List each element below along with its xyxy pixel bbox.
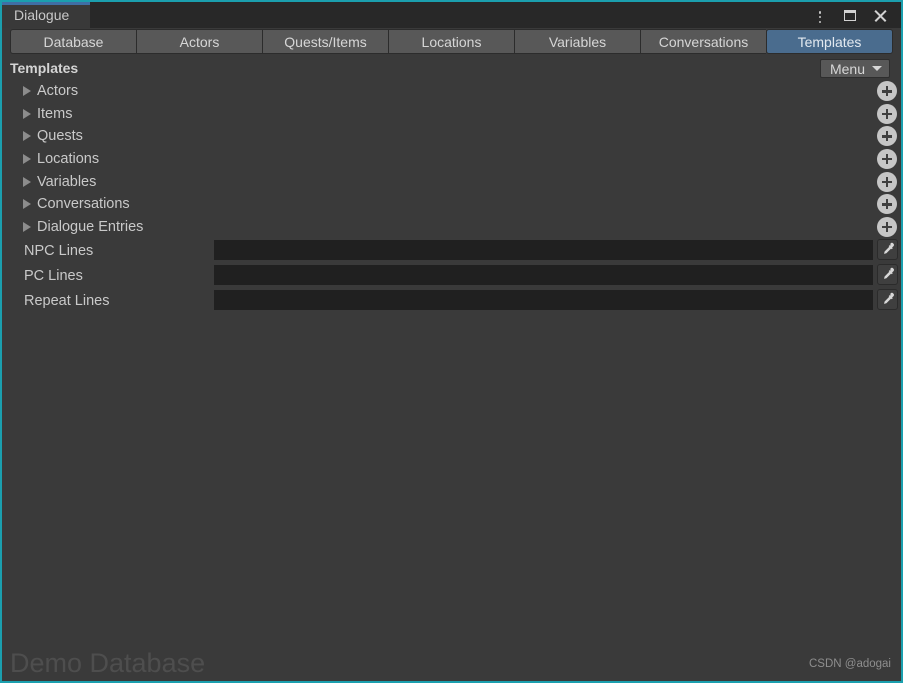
npc-lines-color-swatch[interactable]: [214, 240, 873, 261]
chevron-right-icon[interactable]: [23, 108, 31, 119]
pc-lines-color-swatch[interactable]: [214, 265, 873, 286]
tree-row-label: Items: [37, 105, 73, 122]
tab-actors[interactable]: Actors: [136, 29, 262, 54]
document-tab-label: Dialogue: [14, 7, 70, 23]
chevron-right-icon[interactable]: [23, 176, 31, 187]
tree-row-quests[interactable]: Quests: [2, 125, 901, 148]
chevron-right-icon[interactable]: [23, 154, 31, 165]
tab-conversations[interactable]: Conversations: [640, 29, 766, 54]
repeat-lines-color-swatch[interactable]: [214, 290, 873, 311]
close-icon[interactable]: [872, 7, 888, 23]
add-item-template-button[interactable]: [877, 103, 897, 124]
tree-row-items[interactable]: Items: [2, 103, 901, 126]
maximize-icon[interactable]: [842, 7, 858, 23]
tab-label: Templates: [797, 33, 862, 50]
add-dialogue-entry-template-button[interactable]: [877, 216, 897, 237]
add-location-template-button[interactable]: [877, 148, 897, 169]
tab-templates[interactable]: Templates: [766, 29, 893, 54]
chevron-right-icon[interactable]: [23, 221, 31, 232]
window-controls: [812, 2, 901, 28]
chevron-right-icon[interactable]: [23, 86, 31, 97]
tree-row-dialogue-entries[interactable]: Dialogue Entries: [2, 216, 901, 239]
color-row-npc-lines: NPC Lines: [2, 238, 901, 263]
tree-row-label: Conversations: [37, 196, 130, 213]
tab-locations[interactable]: Locations: [388, 29, 514, 54]
add-quest-template-button[interactable]: [877, 126, 897, 147]
tree-row-locations[interactable]: Locations: [2, 148, 901, 171]
eyedropper-icon[interactable]: [877, 239, 898, 261]
add-variable-template-button[interactable]: [877, 171, 897, 192]
tree-row-conversations[interactable]: Conversations: [2, 193, 901, 216]
tree-row-label: Actors: [37, 83, 79, 100]
document-tab-dialogue[interactable]: Dialogue: [2, 2, 90, 28]
tab-label: Conversations: [658, 33, 749, 50]
color-row-label: NPC Lines: [24, 242, 94, 259]
kebab-icon[interactable]: [812, 7, 828, 24]
tree-row-label: Variables: [37, 173, 97, 190]
templates-panel: Templates Menu Actors Items Quests Locat…: [2, 54, 901, 681]
chevron-down-icon: [872, 66, 882, 71]
eyedropper-icon[interactable]: [877, 289, 898, 311]
tab-quests-items[interactable]: Quests/Items: [262, 29, 388, 54]
tab-label: Actors: [179, 33, 220, 50]
menu-button[interactable]: Menu: [819, 59, 890, 78]
dialogue-editor-window: Dialogue Database Actors Quests/Items Lo…: [0, 0, 903, 683]
color-row-label: PC Lines: [24, 267, 83, 284]
main-tab-strip: Database Actors Quests/Items Locations V…: [2, 28, 901, 54]
tab-label: Variables: [548, 33, 607, 50]
tab-label: Quests/Items: [284, 33, 367, 50]
page-title: Templates: [10, 60, 79, 76]
tree-row-label: Quests: [37, 128, 83, 145]
tab-variables[interactable]: Variables: [514, 29, 640, 54]
menu-button-label: Menu: [829, 60, 865, 77]
eyedropper-icon[interactable]: [877, 264, 898, 286]
add-actor-template-button[interactable]: [877, 81, 897, 102]
color-row-pc-lines: PC Lines: [2, 263, 901, 288]
tab-label: Database: [43, 33, 104, 50]
tree-row-actors[interactable]: Actors: [2, 80, 901, 103]
section-header: Templates Menu: [2, 54, 901, 80]
tab-database[interactable]: Database: [10, 29, 136, 54]
tree-row-label: Dialogue Entries: [37, 218, 144, 235]
database-name-label: Demo Database: [10, 648, 206, 678]
chevron-right-icon[interactable]: [23, 131, 31, 142]
title-bar: Dialogue: [2, 2, 901, 28]
color-row-repeat-lines: Repeat Lines: [2, 288, 901, 313]
add-conversation-template-button[interactable]: [877, 194, 897, 215]
tree-row-variables[interactable]: Variables: [2, 170, 901, 193]
color-row-label: Repeat Lines: [24, 292, 110, 309]
tab-label: Locations: [421, 33, 482, 50]
tree-row-label: Locations: [37, 151, 100, 168]
watermark-label: CSDN @adogai: [809, 658, 891, 670]
chevron-right-icon[interactable]: [23, 199, 31, 210]
